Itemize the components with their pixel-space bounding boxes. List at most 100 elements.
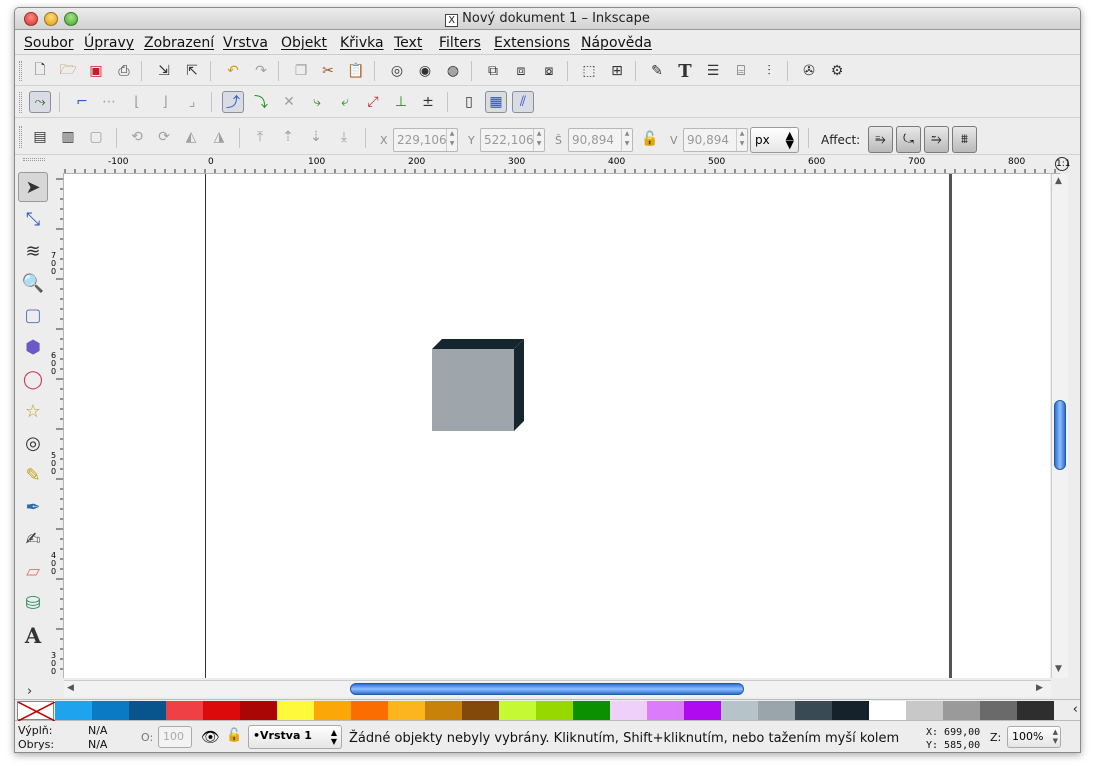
palette-menu-icon[interactable]: ‹ [1073, 702, 1078, 717]
snap-object-center-icon[interactable]: ⊥ [390, 91, 412, 113]
color-swatch[interactable] [536, 701, 573, 720]
export-icon[interactable]: ⇱ [181, 60, 203, 82]
y-field[interactable]: 522,106 ▲ ▼ [480, 128, 545, 152]
3d-box-object[interactable] [432, 339, 524, 431]
zoom-page-icon[interactable]: ◍ [442, 60, 464, 82]
horizontal-ruler[interactable]: -100 0 100 200 300 400 500 600 700 800 [63, 156, 1060, 174]
color-swatch[interactable] [425, 701, 462, 720]
menu-vrstva[interactable]: Vrstva [223, 35, 268, 51]
layer-select[interactable]: •Vrstva 1 ▲ ▼ [248, 725, 342, 749]
y-spin-arrows[interactable]: ▲ ▼ [533, 129, 544, 151]
ellipse-icon[interactable]: ◯ [18, 364, 48, 394]
affect-patterns-button[interactable]: ⩩ [952, 126, 977, 153]
color-swatch[interactable] [943, 701, 980, 720]
lower-icon[interactable]: ⇣ [305, 126, 327, 148]
xml-editor-icon[interactable]: ⌸ [730, 60, 752, 82]
lower-to-bottom-icon[interactable]: ⤓ [333, 126, 355, 148]
raise-to-top-icon[interactable]: ⤒ [249, 126, 271, 148]
opacity-field[interactable]: 100 [158, 726, 192, 748]
color-swatch[interactable] [906, 701, 943, 720]
menu-text[interactable]: Text [394, 35, 422, 51]
star-icon[interactable]: ☆ [18, 396, 48, 426]
color-swatch[interactable] [203, 701, 240, 720]
affect-corners-button[interactable]: ⤿ [896, 126, 921, 153]
color-swatch[interactable] [462, 701, 499, 720]
menu-zobrazeni[interactable]: Zobrazení [144, 35, 214, 51]
flip-vertical-icon[interactable]: ◮ [208, 126, 230, 148]
rotate-ccw-icon[interactable]: ⟲ [126, 126, 148, 148]
snap-path-icon[interactable]: ⤵ [250, 91, 272, 113]
scroll-left-icon[interactable]: ◀ [67, 683, 74, 693]
menu-extensions[interactable]: Extensions [494, 35, 570, 51]
lock-ratio-icon[interactable]: 🔓 [639, 128, 661, 150]
transform-icon[interactable]: ⬚ [578, 60, 600, 82]
deselect-icon[interactable]: ▢ [85, 126, 107, 148]
scroll-right-icon[interactable]: ▶ [1036, 683, 1043, 693]
color-swatch[interactable] [129, 701, 166, 720]
color-swatch[interactable] [980, 701, 1017, 720]
drawing-canvas[interactable] [64, 174, 1050, 678]
zoom-drawing-icon[interactable]: ◉ [414, 60, 436, 82]
paint-bucket-icon[interactable]: ⛁ [18, 588, 48, 618]
color-swatch[interactable] [92, 701, 129, 720]
eraser-icon[interactable]: ▱ [18, 556, 48, 586]
menu-soubor[interactable]: Soubor [24, 35, 74, 51]
snap-bbox-corner-icon[interactable]: ⌊ [126, 91, 148, 113]
snap-smooth-icon[interactable]: ⤷ [306, 91, 328, 113]
width-spin-arrows[interactable]: ▲ ▼ [621, 129, 632, 151]
zoom-selection-icon[interactable]: ◎ [386, 60, 408, 82]
x-spin-arrows[interactable]: ▲ ▼ [446, 129, 457, 151]
node-edit-icon[interactable]: ⤡ [18, 204, 48, 234]
toolbar-grip[interactable] [19, 92, 22, 113]
text-icon[interactable]: A [18, 620, 48, 650]
menu-krivka[interactable]: Křivka [340, 35, 384, 51]
unit-select[interactable]: px ▲ ▼ [750, 127, 799, 153]
color-swatch[interactable] [388, 701, 425, 720]
width-field[interactable]: 90,894 ▲ ▼ [568, 128, 633, 152]
toolbox-expand-icon[interactable]: › [27, 684, 32, 699]
visibility-eye-icon[interactable]: 👁 [201, 728, 220, 746]
clone-icon[interactable]: ⧇ [538, 60, 560, 82]
vertical-ruler[interactable]: 700 600 500 400 300 [51, 174, 64, 678]
pen-icon[interactable]: ✒ [18, 492, 48, 522]
vertical-scroll-thumb[interactable] [1054, 400, 1066, 470]
menu-filters[interactable]: Filters [439, 35, 481, 51]
height-spin-arrows[interactable]: ▲ ▼ [736, 129, 747, 151]
open-icon[interactable]: 🗁 [57, 60, 79, 82]
toolbar-grip[interactable] [19, 61, 22, 81]
horizontal-scrollbar[interactable]: ◀ ▶ [64, 680, 1051, 697]
snap-midpoint-icon[interactable]: ⌋ [154, 91, 176, 113]
new-document-icon[interactable]: 🗋 [29, 60, 51, 82]
fill-value[interactable]: N/A [88, 724, 107, 737]
snap-midpoint-node-icon[interactable]: ⤢ [362, 91, 384, 113]
color-swatch[interactable] [240, 701, 277, 720]
height-field[interactable]: 90,894 ▲ ▼ [683, 128, 748, 152]
color-swatch[interactable] [1017, 701, 1054, 720]
zoom-spin-arrows[interactable]: ▲ ▼ [1053, 728, 1058, 746]
affect-stroke-button[interactable]: ⥱ [868, 126, 893, 153]
menu-upravy[interactable]: Úpravy [84, 35, 134, 51]
snap-bbox-icon[interactable]: ⌐ [71, 91, 93, 113]
color-swatch[interactable] [832, 701, 869, 720]
rotate-cw-icon[interactable]: ⟳ [153, 126, 175, 148]
color-swatch[interactable] [351, 701, 388, 720]
color-swatch[interactable] [573, 701, 610, 720]
rectangle-icon[interactable]: ▢ [18, 300, 48, 330]
selector-arrow-icon[interactable]: ➤ [18, 172, 48, 202]
snap-nodes-icon[interactable]: ⤴ [222, 91, 244, 113]
zoom-field[interactable]: 100% ▲ ▼ [1007, 726, 1061, 748]
calligraphy-icon[interactable]: ✍ [18, 524, 48, 554]
color-swatch[interactable] [721, 701, 758, 720]
save-icon[interactable]: ▣ [85, 60, 107, 82]
3d-box-icon[interactable]: ⬢ [18, 332, 48, 362]
menu-napoveda[interactable]: Nápověda [581, 35, 652, 51]
snap-center-icon[interactable]: ⌟ [181, 91, 203, 113]
toolbox-grip[interactable] [23, 158, 45, 161]
import-icon[interactable]: ⇲ [153, 60, 175, 82]
stroke-value[interactable]: N/A [88, 738, 107, 751]
select-all-layers-icon[interactable]: ▥ [57, 126, 79, 148]
undo-icon[interactable]: ↶ [222, 60, 244, 82]
paste-icon[interactable]: 📋 [345, 60, 367, 82]
align-icon[interactable]: ⫶ [758, 60, 780, 82]
snap-guide-icon[interactable]: ⫽ [512, 91, 534, 113]
